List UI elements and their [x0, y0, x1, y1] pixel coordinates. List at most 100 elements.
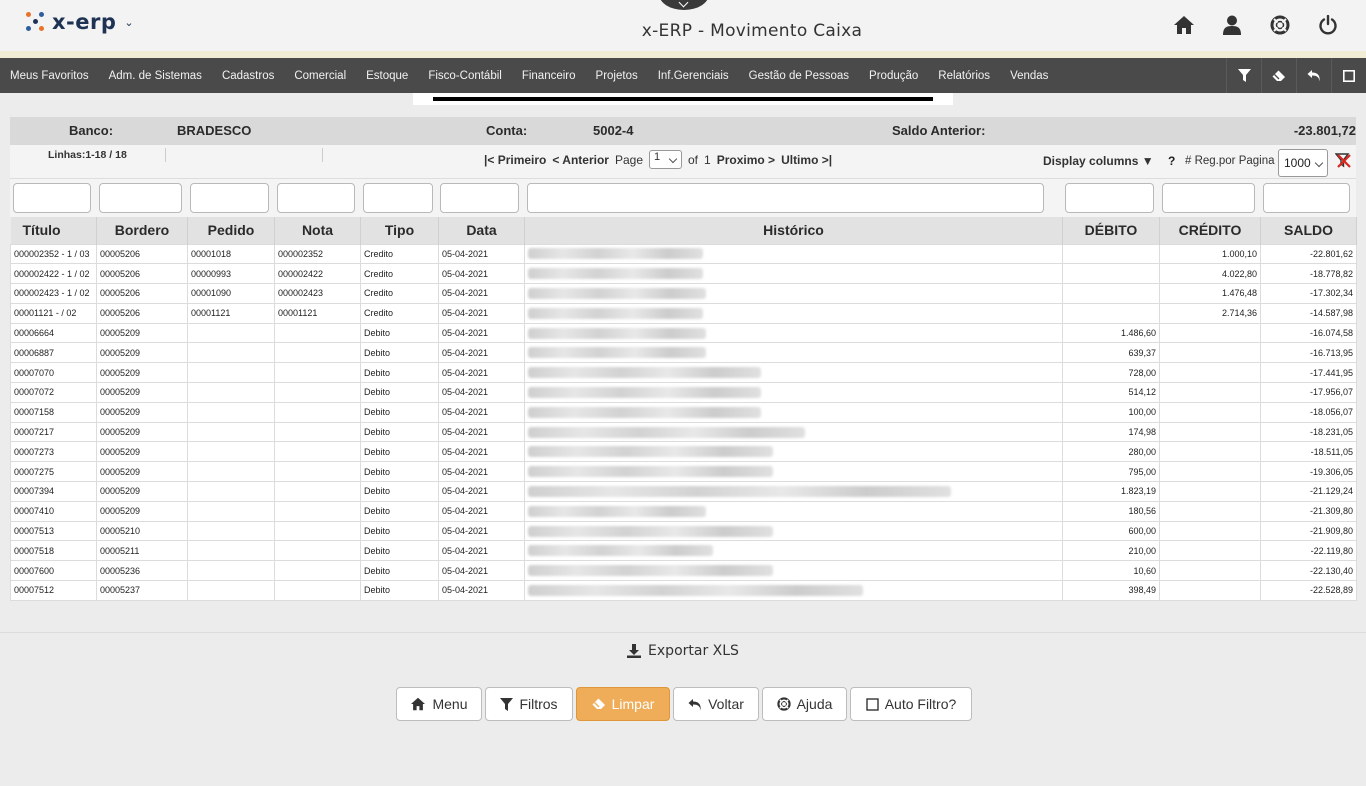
menu-item-favoritos[interactable]: Meus Favoritos: [0, 70, 99, 82]
menu-item-adm-sistemas[interactable]: Adm. de Sistemas: [99, 70, 212, 82]
menu-item-vendas[interactable]: Vendas: [1000, 70, 1058, 82]
column-header-debito[interactable]: DÉBITO: [1062, 217, 1160, 244]
cell-bordero: 00005206: [96, 283, 188, 304]
menu-item-producao[interactable]: Produção: [859, 70, 928, 82]
nota-filter-input[interactable]: [277, 183, 355, 213]
cell-saldo: -17.956,07: [1260, 382, 1357, 403]
cell-titulo: 00006887: [10, 342, 97, 364]
table-row[interactable]: 000002422 - 1 / 02 00005206 00000993 000002…: [10, 263, 1357, 285]
column-header-historico[interactable]: Histórico: [524, 217, 1063, 244]
table-row[interactable]: 00007217 00005209 Debito 05-04-2021 174,98 -1…: [10, 421, 1357, 443]
table-row[interactable]: 00007072 00005209 Debito 05-04-2021 514,12 -1…: [10, 382, 1357, 403]
voltar-button[interactable]: Voltar: [673, 687, 759, 721]
credito-filter-input[interactable]: [1162, 183, 1255, 213]
power-icon[interactable]: [1316, 13, 1340, 37]
cell-bordero: 00005237: [96, 580, 188, 601]
export-xls-button[interactable]: Exportar XLS: [619, 635, 747, 667]
table-row[interactable]: 00001121 - / 02 00005206 00001121 00001121 C…: [10, 302, 1357, 324]
next-page-link[interactable]: Proximo >: [717, 153, 775, 167]
table-row[interactable]: 00006664 00005209 Debito 05-04-2021 1.486,60…: [10, 322, 1357, 344]
historico-filter-input[interactable]: [527, 183, 1044, 213]
report-header-strip: [413, 93, 953, 105]
prev-page-link[interactable]: < Anterior: [552, 153, 609, 167]
menu-item-financeiro[interactable]: Financeiro: [512, 70, 586, 82]
menu-item-inf-gerenciais[interactable]: Inf.Gerenciais: [648, 70, 739, 82]
menu-item-relatorios[interactable]: Relatórios: [928, 70, 1000, 82]
cell-pedido: [187, 461, 275, 483]
lines-count: Linhas:1-18 / 18: [48, 149, 127, 161]
data-filter-input[interactable]: [440, 183, 519, 213]
menu-item-cadastros[interactable]: Cadastros: [212, 70, 284, 82]
column-header-titulo[interactable]: Título: [10, 217, 97, 244]
table-row[interactable]: 000002352 - 1 / 03 00005206 00001018 000002…: [10, 243, 1357, 265]
export-xls-label: Exportar XLS: [648, 643, 739, 659]
table-row[interactable]: 00007512 00005237 Debito 05-04-2021 398,49 -2…: [10, 580, 1357, 601]
first-page-link[interactable]: |< Primeiro: [484, 153, 546, 167]
menu-item-comercial[interactable]: Comercial: [284, 70, 356, 82]
cell-debito: 174,98: [1062, 421, 1160, 443]
table-row[interactable]: 00007273 00005209 Debito 05-04-2021 280,00 -1…: [10, 441, 1357, 463]
cell-bordero: 00005209: [96, 441, 188, 463]
table-row[interactable]: 00007410 00005209 Debito 05-04-2021 180,56 -2…: [10, 500, 1357, 522]
debito-filter-input[interactable]: [1065, 183, 1154, 213]
menu-item-fisco-contabil[interactable]: Fisco-Contábil: [418, 70, 512, 82]
table-row[interactable]: 00007070 00005209 Debito 05-04-2021 728,00 -1…: [10, 362, 1357, 384]
filter-icon[interactable]: [1226, 58, 1261, 93]
user-icon[interactable]: [1220, 13, 1244, 37]
maximize-icon[interactable]: [1331, 58, 1366, 93]
cell-nota: [274, 421, 361, 443]
eraser-icon[interactable]: [1261, 58, 1296, 93]
rows-per-page-select[interactable]: 1000: [1278, 149, 1328, 177]
cell-historico: [524, 461, 1063, 483]
cell-credito: [1159, 421, 1261, 443]
titulo-filter-input[interactable]: [13, 183, 91, 213]
column-header-tipo[interactable]: Tipo: [360, 217, 439, 244]
caret-down-icon: ▼: [1141, 154, 1154, 168]
cell-titulo: 00001121 - / 02: [10, 302, 97, 324]
display-columns-button[interactable]: Display columns ▼: [1043, 154, 1154, 168]
home-icon[interactable]: [1172, 13, 1196, 37]
table-row[interactable]: 00007394 00005209 Debito 05-04-2021 1.823,19…: [10, 481, 1357, 502]
last-page-link[interactable]: Ultimo >|: [781, 153, 832, 167]
tipo-filter-input[interactable]: [363, 183, 433, 213]
column-header-data[interactable]: Data: [438, 217, 525, 244]
menu-button[interactable]: Menu: [396, 687, 482, 721]
table-row[interactable]: 00007158 00005209 Debito 05-04-2021 100,00 -1…: [10, 401, 1357, 423]
column-header-saldo[interactable]: SALDO: [1260, 217, 1357, 244]
help-link[interactable]: ?: [1168, 154, 1175, 168]
cell-pedido: [187, 421, 275, 443]
redacted-historico: [528, 446, 773, 458]
cell-credito: [1159, 382, 1261, 403]
cell-historico: [524, 500, 1063, 522]
column-header-credito[interactable]: CRÉDITO: [1159, 217, 1261, 244]
menu-item-gestao-pessoas[interactable]: Gestão de Pessoas: [739, 70, 859, 82]
column-header-bordero[interactable]: Bordero: [96, 217, 188, 244]
pedido-filter-input[interactable]: [190, 183, 269, 213]
column-header-pedido[interactable]: Pedido: [187, 217, 275, 244]
collapse-header-button[interactable]: [659, 0, 709, 10]
limpar-button[interactable]: Limpar: [576, 687, 670, 721]
bordero-filter-input[interactable]: [99, 183, 182, 213]
filtros-button[interactable]: Filtros: [485, 687, 573, 721]
table-row[interactable]: 00007513 00005210 Debito 05-04-2021 600,00 -2…: [10, 520, 1357, 542]
table-row[interactable]: 00006887 00005209 Debito 05-04-2021 639,37 -1…: [10, 342, 1357, 364]
saldo-filter-input[interactable]: [1263, 183, 1350, 213]
clear-filter-icon[interactable]: [1334, 152, 1351, 171]
menu-item-projetos[interactable]: Projetos: [586, 70, 648, 82]
cell-titulo: 00007518: [10, 540, 97, 562]
cell-titulo: 00007217: [10, 421, 97, 443]
table-row[interactable]: 000002423 - 1 / 02 00005206 00001090 000002…: [10, 283, 1357, 304]
page-select[interactable]: 1: [649, 150, 682, 169]
cell-bordero: 00005236: [96, 560, 188, 582]
column-header-nota[interactable]: Nota: [274, 217, 361, 244]
cell-nota: [274, 362, 361, 384]
undo-icon[interactable]: [1296, 58, 1331, 93]
auto-filtro-toggle[interactable]: Auto Filtro?: [850, 687, 972, 721]
menu-item-estoque[interactable]: Estoque: [356, 70, 418, 82]
table-row[interactable]: 00007275 00005209 Debito 05-04-2021 795,00 -1…: [10, 461, 1357, 483]
table-row[interactable]: 00007518 00005211 Debito 05-04-2021 210,00 -2…: [10, 540, 1357, 562]
table-row[interactable]: 00007600 00005236 Debito 05-04-2021 10,60 -22…: [10, 560, 1357, 582]
auto-filtro-label: Auto Filtro?: [884, 696, 957, 712]
ajuda-button[interactable]: Ajuda: [762, 687, 847, 721]
support-icon[interactable]: [1268, 13, 1292, 37]
